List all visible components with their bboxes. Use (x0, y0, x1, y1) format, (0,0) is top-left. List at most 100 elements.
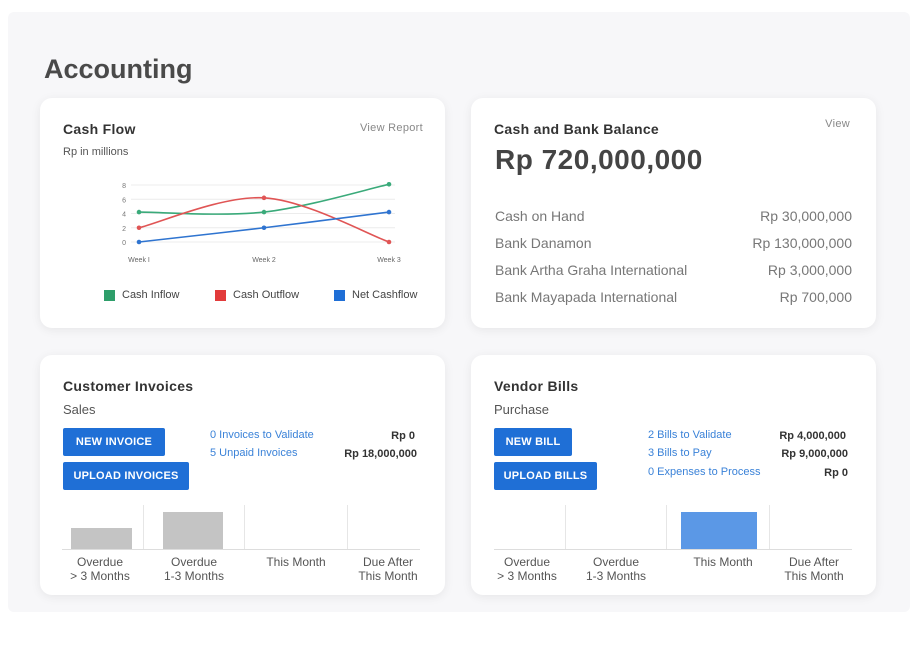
data-point-cash-inflow (386, 181, 392, 187)
bills-baseline (494, 549, 852, 550)
legend-cash-inflow: Cash Inflow (104, 289, 179, 301)
balance-amount: Rp 30,000,000 (760, 208, 852, 224)
invoices-to-validate-link[interactable]: 0 Invoices to Validate (210, 429, 314, 441)
data-point-cash-outflow (136, 225, 142, 231)
invoices-bar-chart (62, 505, 420, 549)
view-balance-link[interactable]: View (825, 118, 850, 130)
bar-column (566, 505, 667, 549)
legend-cash-outflow: Cash Outflow (215, 289, 299, 301)
label-line: Due After (788, 555, 840, 569)
data-point-net-cashflow (136, 239, 142, 245)
legend-label: Cash Inflow (122, 289, 180, 301)
expenses-to-process-link[interactable]: 0 Expenses to Process (648, 466, 761, 478)
bills-bar-chart (494, 505, 852, 549)
unpaid-invoices-link[interactable]: 5 Unpaid Invoices (210, 447, 297, 459)
bar-column (245, 505, 348, 549)
legend-label: Cash Outflow (233, 289, 300, 301)
vendor-bills-card: Vendor Bills Purchase NEW BILL UPLOAD BI… (471, 355, 876, 595)
legend-swatch-inflow (104, 289, 115, 301)
data-point-net-cashflow (261, 225, 267, 231)
bar-column (62, 505, 144, 549)
invoice-bar-overdue-3m[interactable] (71, 528, 132, 549)
upload-bills-button[interactable]: UPLOAD BILLS (494, 462, 597, 490)
y-tick-label: 6 (122, 197, 126, 204)
cash-flow-card: Cash Flow View Report Rp in millions 024… (40, 98, 445, 328)
label-line: Overdue (170, 555, 218, 569)
balance-amount: Rp 700,000 (779, 289, 852, 305)
balance-row-bank-danamon: Bank Danamon Rp 130,000,000 (495, 235, 852, 255)
series-line-cash-outflow (138, 197, 390, 243)
invoice-label-due-after: Due After This Month (348, 555, 428, 583)
bills-to-validate-amount: Rp 4,000,000 (779, 430, 846, 442)
y-tick-label: 4 (122, 212, 126, 219)
bar-column (494, 505, 566, 549)
bill-bar-this-month[interactable] (681, 512, 757, 549)
label-line: > 3 Months (70, 569, 130, 583)
bills-to-pay-link[interactable]: 3 Bills to Pay (648, 447, 712, 459)
y-tick-label: 0 (122, 240, 126, 247)
label-line: 1-3 Months (163, 569, 225, 583)
balance-amount: Rp 130,000,000 (752, 235, 852, 251)
invoices-baseline (62, 549, 420, 550)
x-tick-label: Week 2 (252, 257, 276, 264)
balance-label: Cash on Hand (495, 208, 585, 224)
bar-column (667, 505, 770, 549)
data-point-cash-inflow (261, 209, 267, 215)
balance-label: Bank Danamon (495, 235, 592, 251)
balance-title: Cash and Bank Balance (494, 121, 660, 137)
bar-column (348, 505, 420, 549)
invoices-to-validate-amount: Rp 0 (391, 430, 415, 442)
label-line: Overdue (503, 555, 551, 569)
x-tick-label: Week 3 (377, 257, 401, 264)
x-tick-label: Week I (128, 257, 150, 264)
bills-subtitle: Purchase (494, 402, 549, 417)
bar-column (144, 505, 245, 549)
invoice-bar-overdue-1-3m[interactable] (163, 512, 223, 549)
invoice-label-this-month: This Month (256, 555, 336, 569)
data-point-cash-outflow (261, 195, 267, 201)
bill-label-due-after: Due After This Month (774, 555, 854, 583)
balance-label: Bank Mayapada International (495, 289, 678, 305)
label-line: This Month (266, 555, 326, 569)
bill-label-this-month: This Month (683, 555, 763, 569)
balance-amount: Rp 3,000,000 (767, 262, 852, 278)
expenses-to-process-amount: Rp 0 (824, 467, 848, 479)
balance-row-bank-artha-graha: Bank Artha Graha International Rp 3,000,… (495, 262, 852, 282)
label-line: Due After (362, 555, 414, 569)
new-bill-button[interactable]: NEW BILL (494, 428, 572, 456)
data-point-cash-outflow (386, 239, 392, 245)
balance-row-bank-mayapada: Bank Mayapada International Rp 700,000 (495, 289, 852, 309)
y-tick-label: 8 (122, 183, 126, 190)
label-line: Overdue (592, 555, 640, 569)
label-line: This Month (693, 555, 753, 569)
invoices-subtitle: Sales (63, 402, 96, 417)
legend-label: Net Cashflow (352, 289, 418, 301)
label-line: This Month (358, 569, 418, 583)
new-invoice-button[interactable]: NEW INVOICE (63, 428, 165, 456)
legend-net-cashflow: Net Cashflow (334, 289, 417, 301)
bar-column (770, 505, 852, 549)
balance-row-cash-on-hand: Cash on Hand Rp 30,000,000 (495, 208, 852, 228)
legend-swatch-net (334, 289, 345, 301)
data-point-cash-inflow (136, 209, 142, 215)
data-point-net-cashflow (386, 209, 392, 215)
unpaid-invoices-amount: Rp 18,000,000 (344, 448, 417, 460)
page-title: Accounting (44, 54, 193, 84)
bill-label-overdue-3m: Overdue > 3 Months (487, 555, 567, 583)
bill-label-overdue-1-3m: Overdue 1-3 Months (576, 555, 656, 583)
label-line: 1-3 Months (585, 569, 647, 583)
balance-label: Bank Artha Graha International (495, 262, 688, 278)
y-tick-label: 2 (122, 226, 126, 233)
bills-to-pay-amount: Rp 9,000,000 (781, 448, 848, 460)
label-line: > 3 Months (497, 569, 557, 583)
bills-to-validate-link[interactable]: 2 Bills to Validate (648, 429, 732, 441)
total-balance: Rp 720,000,000 (495, 144, 703, 175)
upload-invoices-button[interactable]: UPLOAD INVOICES (63, 462, 189, 490)
legend-swatch-outflow (215, 289, 226, 301)
invoices-title: Customer Invoices (63, 378, 194, 394)
cash-bank-balance-card: Cash and Bank Balance View Rp 720,000,00… (471, 98, 876, 328)
label-line: Overdue (76, 555, 124, 569)
label-line: This Month (784, 569, 844, 583)
bills-title: Vendor Bills (494, 378, 579, 394)
cash-flow-chart: 0 2 4 6 8 Week I Week 2 Week 3 (122, 181, 401, 264)
